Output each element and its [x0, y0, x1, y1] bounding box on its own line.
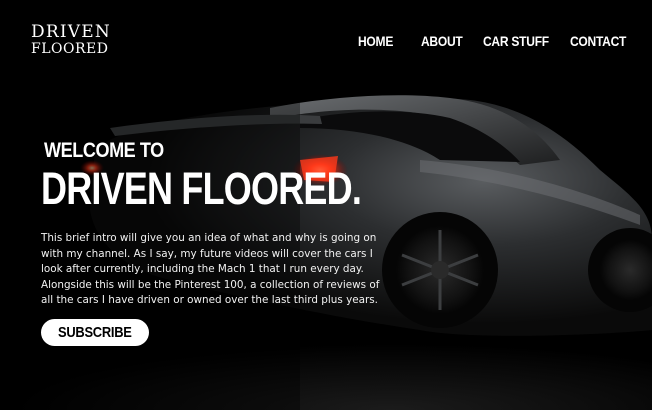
nav-about[interactable]: ABOUT [421, 33, 463, 49]
brand-logo-line1: DRIVEN [31, 22, 111, 42]
brand-logo[interactable]: DRIVEN FLOORED [31, 22, 111, 57]
hero-title: DRIVEN FLOORED. [41, 163, 362, 214]
subscribe-button-label: SUBSCRIBE [58, 324, 132, 341]
hero-intro: This brief intro will give you an idea o… [41, 232, 380, 307]
brand-logo-line2: FLOORED [31, 41, 109, 57]
hero-welcome: WELCOME TO [44, 139, 164, 162]
nav-car-stuff[interactable]: CAR STUFF [483, 33, 549, 49]
nav-contact[interactable]: CONTACT [570, 33, 626, 49]
subscribe-button[interactable]: SUBSCRIBE [41, 319, 149, 346]
nav-home[interactable]: HOME [358, 33, 393, 49]
